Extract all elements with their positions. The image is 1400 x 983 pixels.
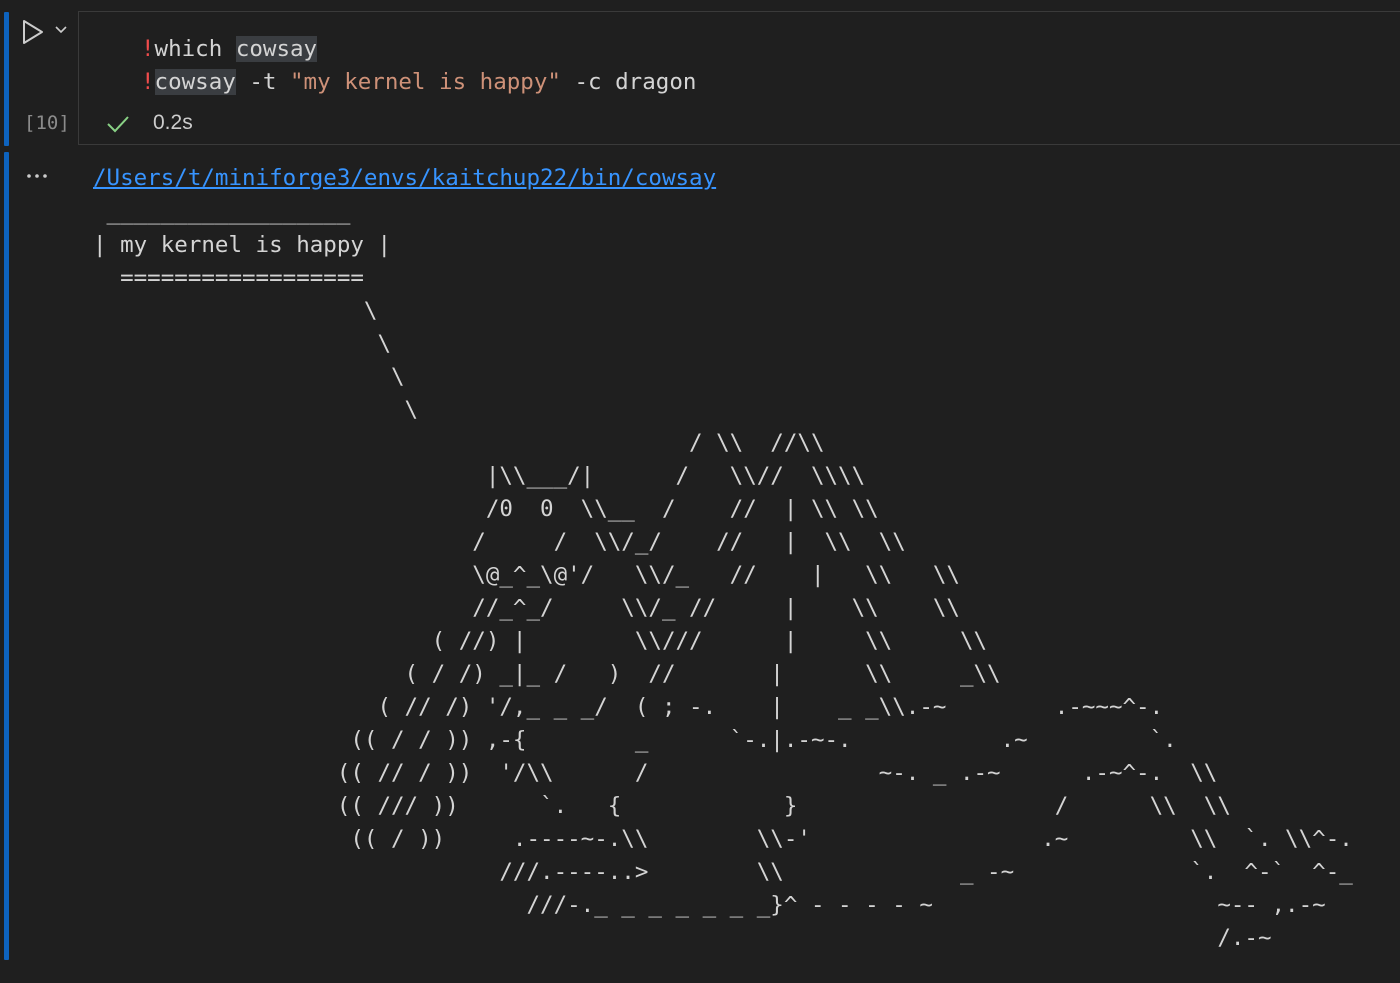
output-path-link[interactable]: /Users/t/miniforge3/envs/kaitchup22/bin/… [93, 162, 716, 194]
check-icon [107, 116, 129, 133]
code-flag: -c dragon [560, 69, 697, 95]
code-line-1[interactable]: !which cowsay [141, 33, 318, 65]
execution-count: [10] [24, 112, 70, 134]
code-command: which [154, 36, 236, 62]
code-flag: -t [235, 69, 291, 95]
chevron-down-icon[interactable] [53, 22, 69, 38]
shell-bang: ! [141, 69, 155, 95]
output-focus-indicator [4, 152, 9, 960]
shell-bang: ! [141, 36, 155, 62]
code-line-2[interactable]: !cowsay -t "my kernel is happy" -c drago… [141, 66, 696, 98]
run-cell-icon[interactable] [20, 18, 46, 46]
cowsay-ascii-output: __________________ | my kernel is happy … [93, 199, 1353, 951]
code-highlight-word: cowsay [154, 69, 236, 95]
code-cell-editor[interactable]: !which cowsay !cowsay -t "my kernel is h… [78, 11, 1400, 145]
cell-focus-indicator [4, 12, 9, 146]
code-string: "my kernel is happy" [290, 69, 561, 95]
code-highlight-word: cowsay [235, 36, 318, 62]
execution-time: 0.2s [153, 111, 193, 134]
more-actions-icon[interactable] [24, 164, 52, 184]
